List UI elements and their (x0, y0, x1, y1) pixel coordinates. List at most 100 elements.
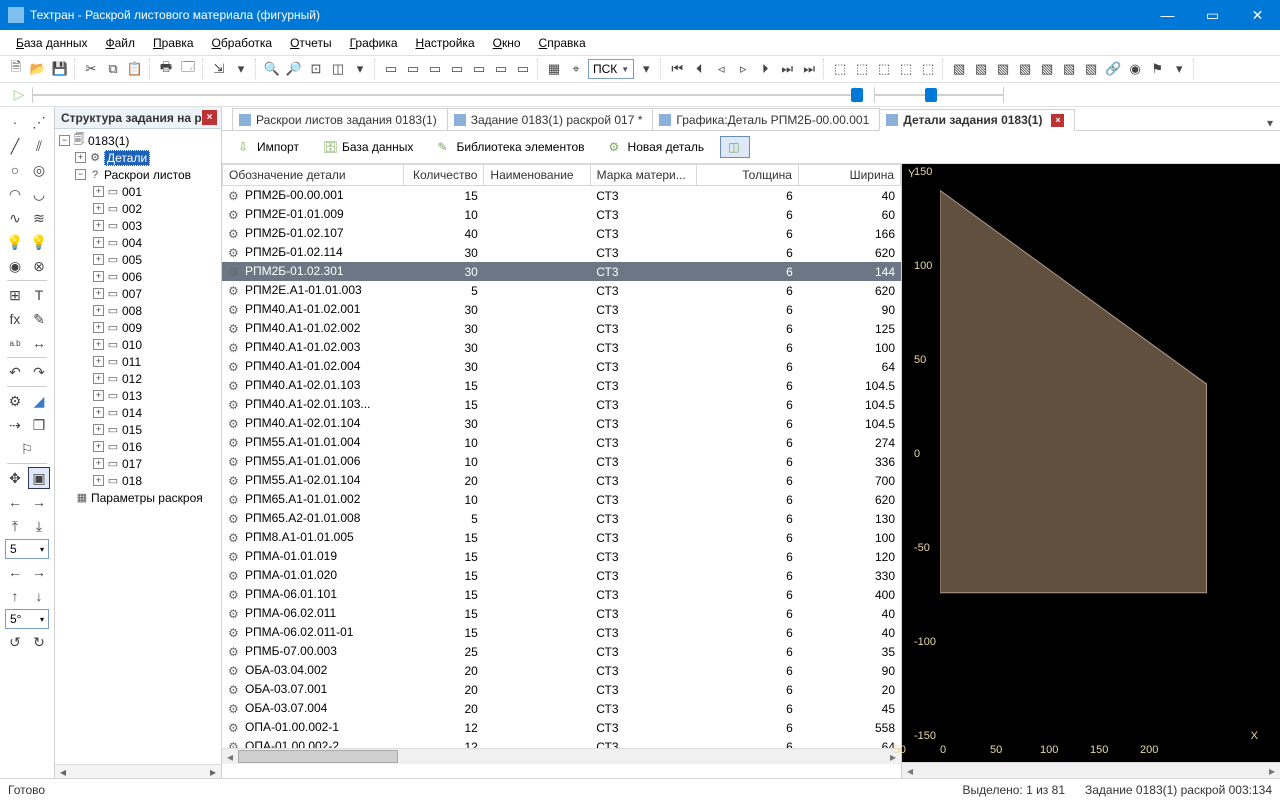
table-row[interactable]: ⚙РПМ40.А1-02.01.10430СТ36104.5 (222, 414, 901, 433)
arc2-icon[interactable]: ◡ (28, 183, 50, 205)
table-row[interactable]: ⚙РПМА-06.01.10115СТ36400 (222, 585, 901, 604)
undo-arc-icon[interactable]: ↶ (4, 361, 26, 383)
label-icon[interactable]: a.b (4, 332, 26, 354)
tool-icon[interactable]: ▧ (949, 59, 969, 79)
erase-icon[interactable]: ◢ (28, 390, 50, 412)
outlet2-icon[interactable]: ⊗ (28, 255, 50, 277)
library-button[interactable]: ✎Библиотека элементов (429, 136, 592, 158)
table-row[interactable]: ⚙РПМА-01.01.02015СТ36330 (222, 566, 901, 585)
chevron-down-icon[interactable]: ▾ (636, 59, 656, 79)
tree-sheet-014[interactable]: +▭014 (57, 404, 219, 421)
zoom-window-icon[interactable]: ◫ (328, 59, 348, 79)
fx-icon[interactable]: fx (4, 308, 26, 330)
table-row[interactable]: ⚙ОПА-01.00.002-112СТ36558 (222, 718, 901, 737)
chevron-down-icon[interactable]: ▾ (1169, 59, 1189, 79)
wand-icon[interactable]: ✎ (28, 308, 50, 330)
snap-icon[interactable]: ⌖ (566, 59, 586, 79)
next-step-icon[interactable]: ▹ (733, 59, 753, 79)
table-row[interactable]: ⚙РПМ65.А2-01.01.0085СТ36130 (222, 509, 901, 528)
zoom-in-icon[interactable]: 🔍 (262, 59, 282, 79)
table-row[interactable]: ⚙РПМ2Б-01.02.10740СТ36166 (222, 224, 901, 243)
job-tree[interactable]: −🗐0183(1)+⚙Детали−?Раскрои листов+▭001+▭… (55, 129, 221, 764)
open-icon[interactable]: 📂 (28, 59, 48, 79)
col-qty[interactable]: Количество (403, 165, 484, 186)
link2-icon[interactable]: ⇢ (4, 414, 26, 436)
last-icon[interactable]: ⏭ (777, 59, 797, 79)
select-area-icon[interactable]: ▣ (28, 467, 50, 489)
tree-sheet-018[interactable]: +▭018 (57, 472, 219, 489)
select-icon[interactable]: · (4, 111, 26, 133)
menu-Графика[interactable]: Графика (342, 34, 406, 52)
circle-icon[interactable]: ○ (4, 159, 26, 181)
table-row[interactable]: ⚙РПМ2Е.А1-01.01.0035СТ36620 (222, 281, 901, 300)
new-detail-button[interactable]: ⚙Новая деталь (601, 136, 713, 158)
col-name[interactable]: Наименование (484, 165, 590, 186)
tree-sheet-001[interactable]: +▭001 (57, 183, 219, 200)
table-row[interactable]: ⚙РПМ40.А1-01.02.00230СТ36125 (222, 319, 901, 338)
import-button[interactable]: ⇩Импорт (230, 136, 307, 158)
table-row[interactable]: ⚙РПМ65.А1-01.01.00210СТ36620 (222, 490, 901, 509)
tab-close-icon[interactable]: × (1051, 114, 1064, 127)
menu-Окно[interactable]: Окно (485, 34, 529, 52)
maximize-button[interactable]: ▭ (1190, 0, 1235, 30)
new-file-icon[interactable]: 🗎 (6, 59, 26, 79)
tree-sheet-005[interactable]: +▭005 (57, 251, 219, 268)
arrow-down-icon[interactable]: ↓ (28, 585, 50, 607)
tabs-menu-icon[interactable]: ▾ (1260, 116, 1280, 130)
table-row[interactable]: ⚙ОБА-03.04.00220СТ3690 (222, 661, 901, 680)
preview-icon[interactable]: 🗔 (178, 59, 198, 79)
view3d-icon[interactable]: ▭ (381, 59, 401, 79)
light2-icon[interactable]: 💡 (28, 231, 50, 253)
tree-sheet-006[interactable]: +▭006 (57, 268, 219, 285)
table-row[interactable]: ⚙РПМ40.А1-01.02.00430СТ3664 (222, 357, 901, 376)
zoom-fit-icon[interactable]: ⊡ (306, 59, 326, 79)
link-icon[interactable]: 🔗 (1103, 59, 1123, 79)
tree-sheet-011[interactable]: +▭011 (57, 353, 219, 370)
gear2-icon[interactable]: ⚙ (4, 390, 26, 412)
preview-toggle[interactable]: ◫ (720, 136, 750, 158)
tool-icon[interactable]: ⬚ (918, 59, 938, 79)
view3d-icon[interactable]: ▭ (513, 59, 533, 79)
move-icon[interactable]: ✥ (4, 467, 26, 489)
measure-icon[interactable]: ↔ (28, 332, 50, 354)
tree-sheet-013[interactable]: +▭013 (57, 387, 219, 404)
tool-icon[interactable]: ▧ (1059, 59, 1079, 79)
print-icon[interactable]: 🖶 (156, 59, 176, 79)
database-button[interactable]: 🗄База данных (315, 136, 421, 158)
tool-icon[interactable]: ⬚ (830, 59, 850, 79)
rotate-ccw-icon[interactable]: ↺ (4, 631, 26, 653)
tab[interactable]: Детали задания 0183(1)× (879, 109, 1075, 131)
coord-system-combo[interactable]: ПСК▼ (588, 59, 634, 79)
tool-icon[interactable]: ▧ (1015, 59, 1035, 79)
menu-Правка[interactable]: Правка (145, 34, 202, 52)
table-row[interactable]: ⚙РПМБ-07.00.00325СТ3635 (222, 642, 901, 661)
tree-sheet-009[interactable]: +▭009 (57, 319, 219, 336)
table-row[interactable]: ⚙РПМ2Б-00.00.00115СТ3640 (222, 186, 901, 205)
menu-Файл[interactable]: Файл (97, 34, 143, 52)
col-designation[interactable]: Обозначение детали (223, 165, 404, 186)
grid-icon[interactable]: ▦ (544, 59, 564, 79)
col-width[interactable]: Ширина (798, 165, 900, 186)
tab[interactable]: Задание 0183(1) раскрой 017 * (447, 108, 654, 130)
tree-sheet-008[interactable]: +▭008 (57, 302, 219, 319)
table-row[interactable]: ⚙РПМА-01.01.01915СТ36120 (222, 547, 901, 566)
table-row[interactable]: ⚙РПМ40.А1-02.01.103...15СТ36104.5 (222, 395, 901, 414)
menu-Настройка[interactable]: Настройка (408, 34, 483, 52)
tree-sheet-010[interactable]: +▭010 (57, 336, 219, 353)
table-row[interactable]: ⚙РПМ40.А1-01.02.00130СТ3690 (222, 300, 901, 319)
arrow-left-icon[interactable]: ← (4, 491, 26, 513)
table-row[interactable]: ⚙РПМ2Б-01.02.11430СТ36620 (222, 243, 901, 262)
zoom-out-icon[interactable]: 🔎 (284, 59, 304, 79)
table-hscroll[interactable]: ◂▸ (222, 748, 901, 764)
arrow-left2-icon[interactable]: ← (4, 561, 26, 583)
tool-icon[interactable]: ⬚ (874, 59, 894, 79)
prev-icon[interactable]: ⏴ (689, 59, 709, 79)
line-icon[interactable]: ╱ (4, 135, 26, 157)
table-row[interactable]: ⚙РПМ55.А1-02.01.10420СТ36700 (222, 471, 901, 490)
stamp-icon[interactable]: ⊞ (4, 284, 26, 306)
details-table[interactable]: Обозначение детали Количество Наименован… (222, 164, 902, 778)
preview-hscroll[interactable]: ◂▸ (902, 762, 1280, 778)
flag2-icon[interactable]: ⚐ (16, 438, 38, 460)
chevron-down-icon[interactable]: ▾ (350, 59, 370, 79)
view3d-icon[interactable]: ▭ (447, 59, 467, 79)
